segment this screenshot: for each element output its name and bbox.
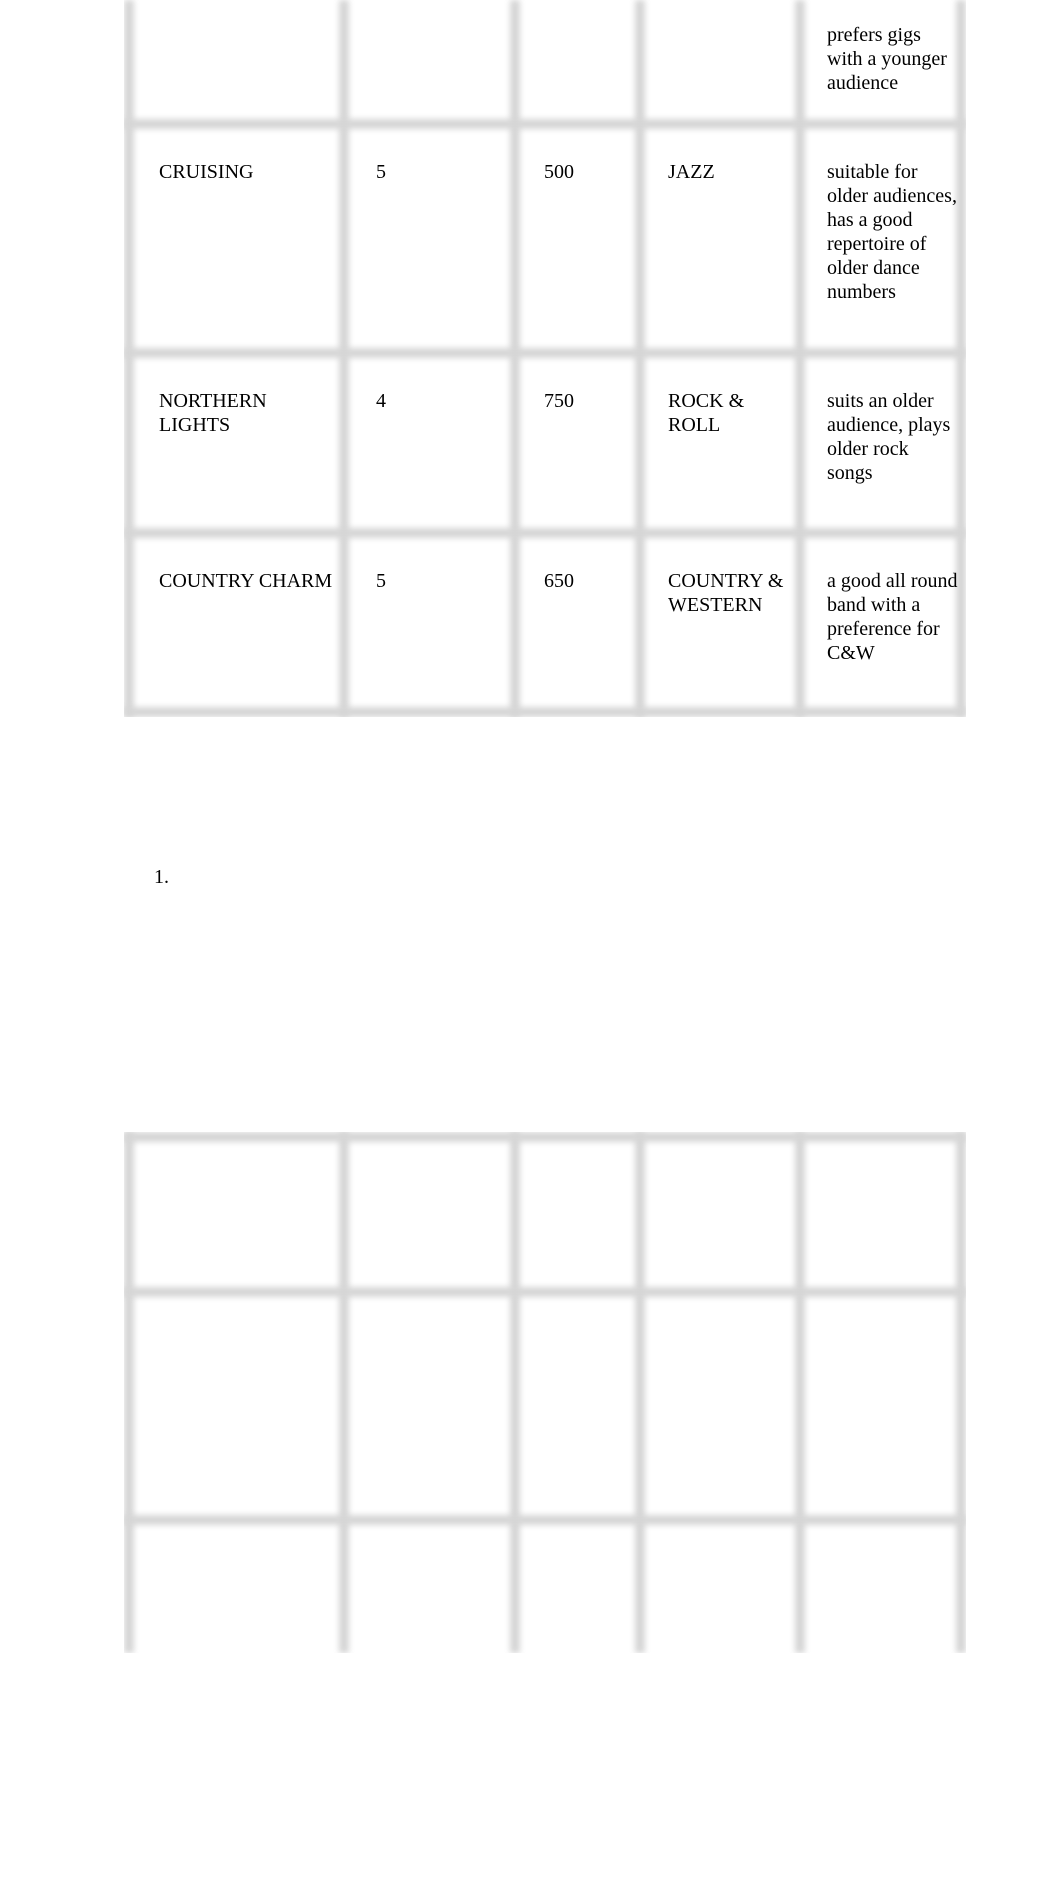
table-cell-fee: 650 — [544, 570, 574, 592]
table-border — [124, 1132, 966, 1142]
list-number: 1. — [154, 866, 169, 888]
table-border — [124, 707, 966, 717]
table-border — [124, 1132, 134, 1653]
table-cell-name: NORTHERN LIGHTS — [159, 390, 267, 436]
table-cell-name: CRUISING — [159, 161, 254, 183]
table-cell-members: 5 — [376, 570, 386, 592]
table-border — [124, 528, 966, 538]
table-border — [635, 1132, 645, 1653]
table-cell-members: 4 — [376, 390, 386, 412]
table-border — [339, 0, 349, 717]
table-cell-style: COUNTRY & WESTERN — [668, 570, 784, 616]
table-cell-name: COUNTRY CHARM — [159, 570, 333, 592]
table-border — [124, 348, 966, 358]
table-cell-notes: a good all round band with a preference … — [827, 570, 958, 664]
table-cell-fee: 500 — [544, 161, 574, 183]
table-border — [510, 1132, 520, 1653]
bands-table: prefers gigs with a younger audience CRUI… — [124, 0, 966, 717]
table-border — [124, 1515, 966, 1525]
table-border — [124, 119, 966, 129]
table-border — [956, 1132, 966, 1653]
table-cell-notes: suits an older audience, plays older roc… — [827, 390, 951, 484]
table-border — [635, 0, 645, 717]
table-cell-style: JAZZ — [668, 161, 715, 183]
table-border — [510, 0, 520, 717]
table-cell-notes: prefers gigs with a younger audience — [827, 24, 947, 94]
table-border — [795, 0, 805, 717]
table-border — [339, 1132, 349, 1653]
table-cell-fee: 750 — [544, 390, 574, 412]
table-cell-notes: suitable for older audiences, has a good… — [827, 161, 957, 303]
empty-table — [124, 1132, 966, 1653]
table-border — [795, 1132, 805, 1653]
table-cell-members: 5 — [376, 161, 386, 183]
table-border — [124, 1287, 966, 1297]
table-cell-style: ROCK & ROLL — [668, 390, 745, 436]
table-border — [124, 0, 134, 717]
